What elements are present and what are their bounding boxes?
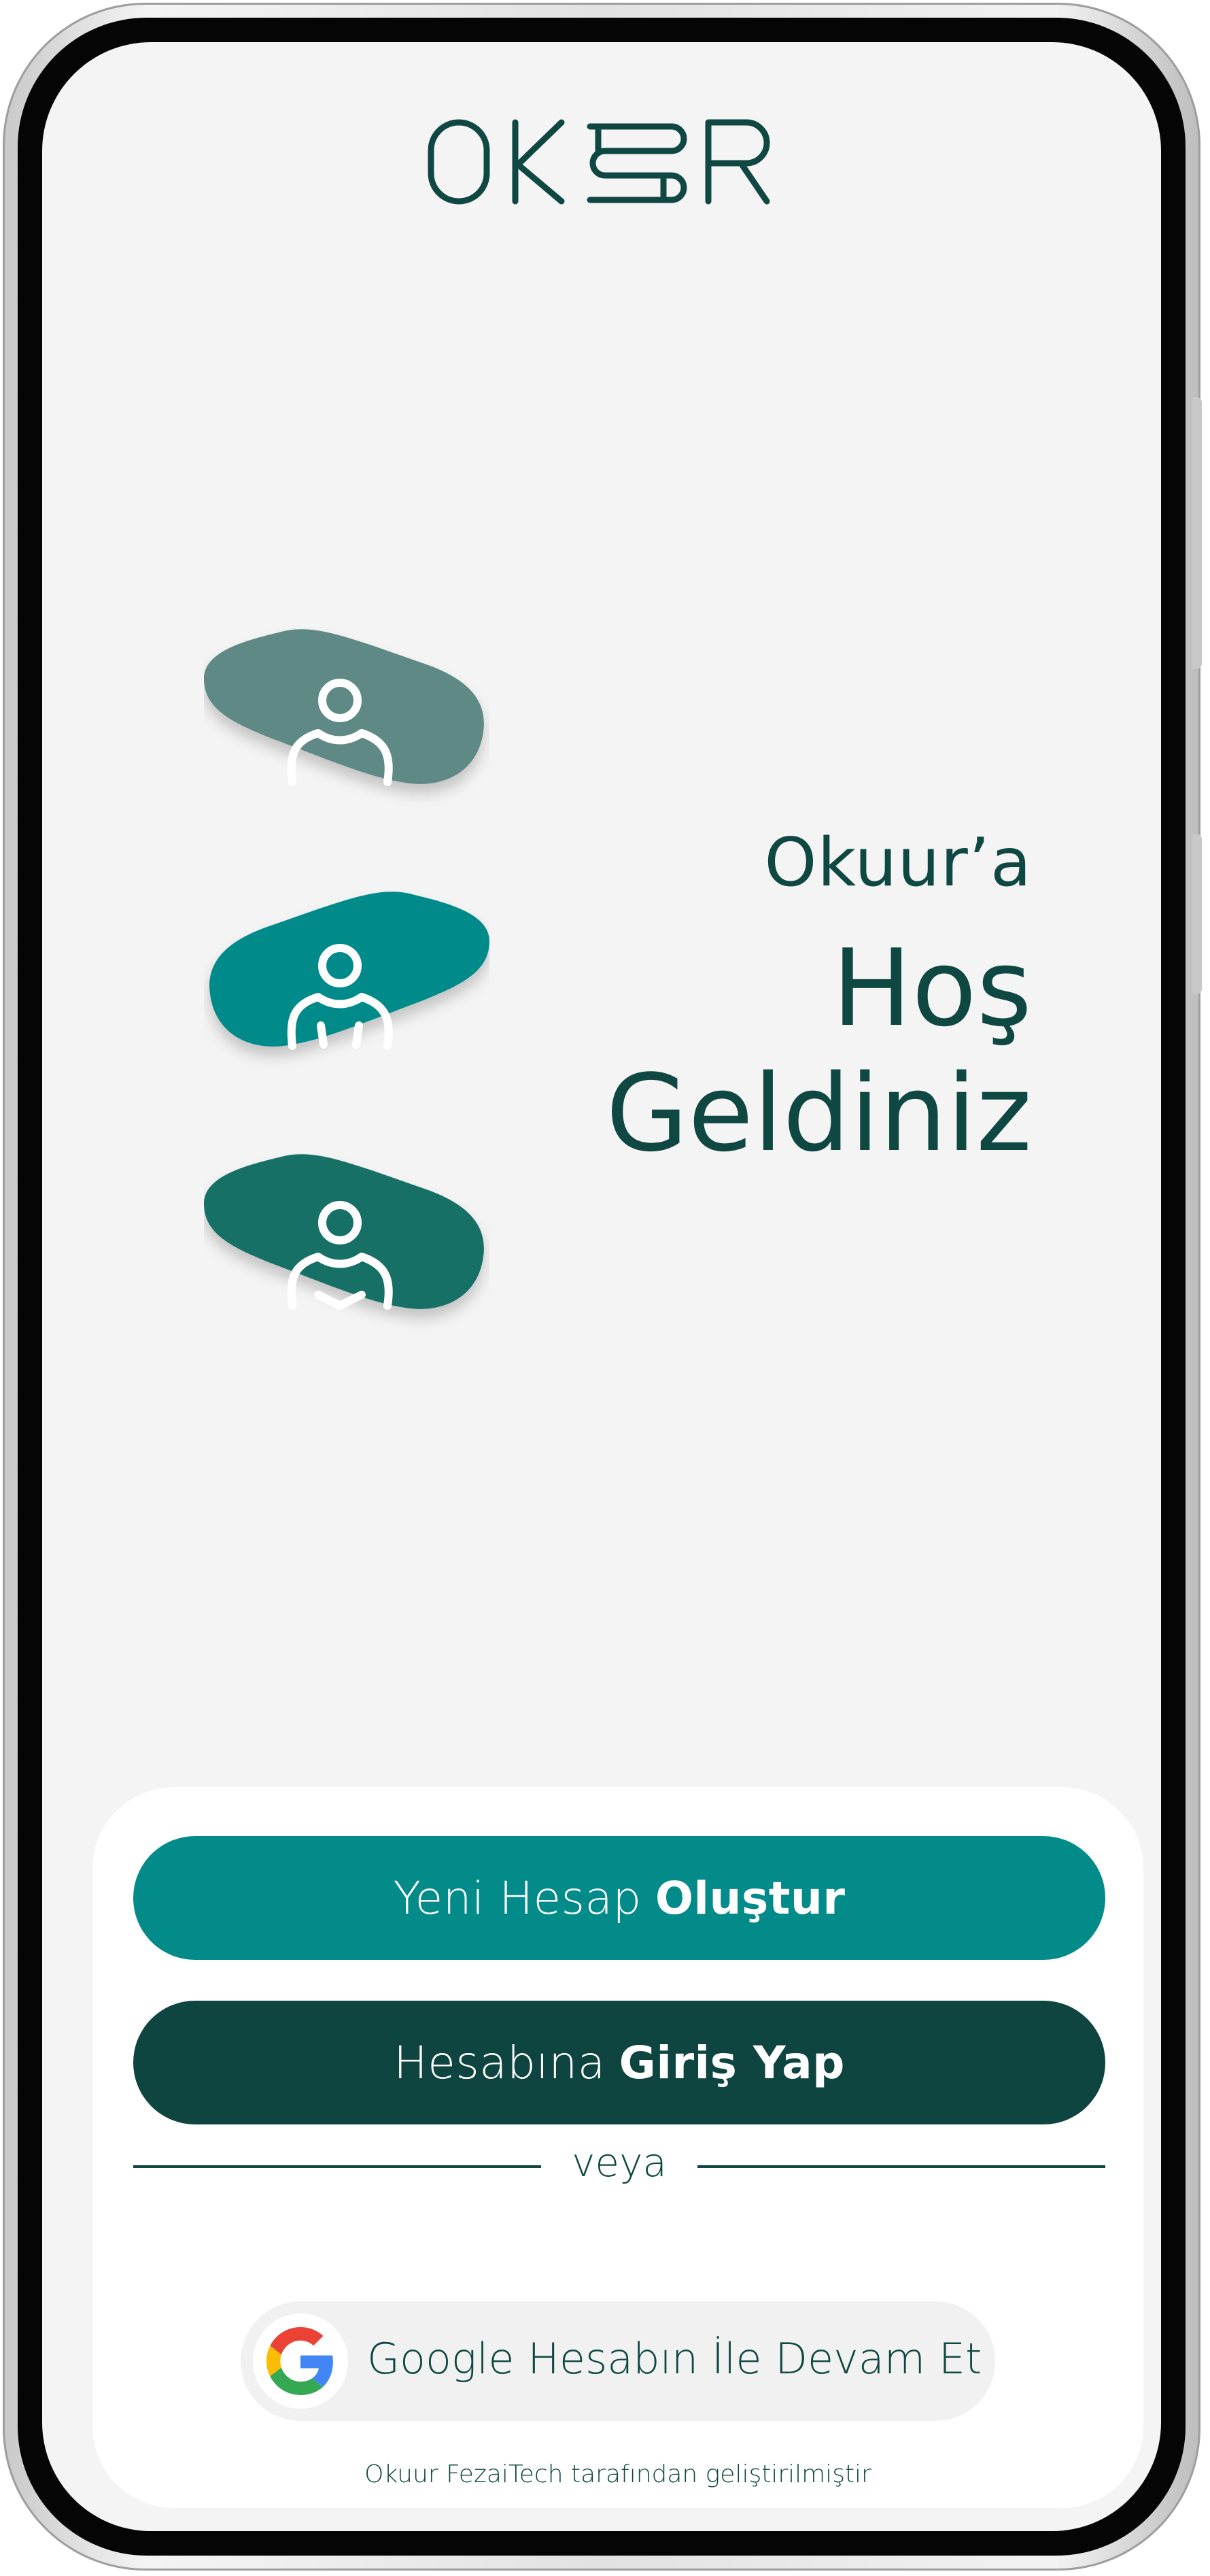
create-account-button[interactable]: Yeni Hesap Oluştur <box>133 1836 1105 1960</box>
avatar-reader-3 <box>204 1152 489 1356</box>
avatar-reader-2 <box>204 889 489 1094</box>
divider-label: veya <box>572 2139 667 2186</box>
welcome-line-1: Okuur’a <box>764 824 1032 902</box>
app-screen: Okuur’a Hoş Geldiniz Yeni Hesap Oluştur … <box>42 42 1161 2531</box>
pill-shape <box>204 1154 484 1310</box>
google-signin-button[interactable]: Google Hesabın İle Devam Et <box>241 2301 995 2421</box>
create-account-prefix: Yeni Hesap <box>393 1871 642 1925</box>
phone-bezel: Okuur’a Hoş Geldiniz Yeni Hesap Oluştur … <box>18 18 1186 2556</box>
login-button[interactable]: Hesabına Giriş Yap <box>133 2001 1105 2124</box>
power-button <box>1192 834 1202 994</box>
developer-credit: Okuur FezaiTech tarafından geliştirilmiş… <box>364 2460 871 2488</box>
logo-graphic <box>428 119 770 205</box>
login-bold: Giriş Yap <box>619 2036 845 2089</box>
phone-frame: Okuur’a Hoş Geldiniz Yeni Hesap Oluştur … <box>3 3 1202 2571</box>
login-prefix: Hesabına <box>394 2036 606 2089</box>
auth-card: Yeni Hesap Oluştur Hesabına Giriş Yap ve… <box>92 1787 1143 2508</box>
create-account-bold: Oluştur <box>655 1871 846 1925</box>
volume-button <box>1192 397 1202 669</box>
welcome-line-2: Hoş <box>831 926 1032 1050</box>
google-signin-label: Google Hesabın İle Devam Et <box>367 2334 982 2384</box>
divider-right <box>697 2165 1105 2168</box>
divider-left <box>133 2165 541 2168</box>
pill-shape <box>204 629 484 786</box>
google-icon-badge <box>253 2314 348 2409</box>
avatar-reader-1 <box>204 627 489 831</box>
pill-shape <box>209 892 489 1050</box>
welcome-line-3: Geldiniz <box>606 1051 1032 1175</box>
okuur-logo <box>427 107 814 209</box>
google-icon <box>266 2327 333 2395</box>
